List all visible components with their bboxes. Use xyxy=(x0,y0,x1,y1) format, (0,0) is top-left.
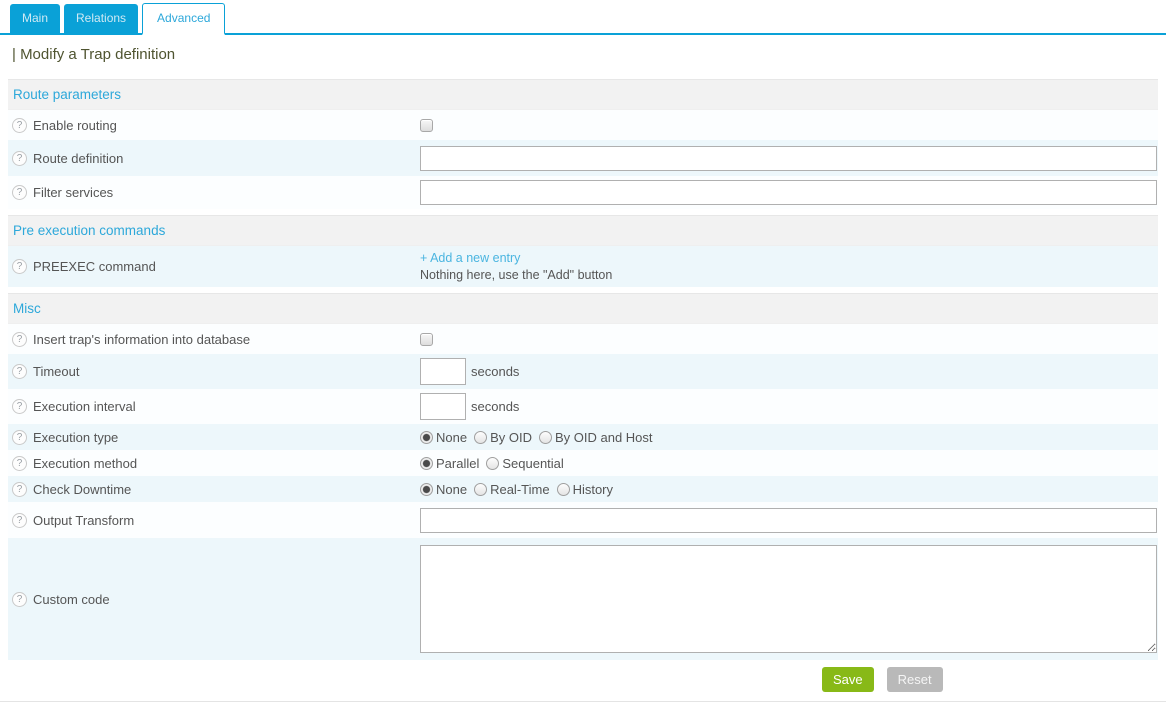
help-icon[interactable]: ? xyxy=(12,592,27,607)
execution-type-radio-group: None By OID By OID and Host xyxy=(420,430,660,445)
insert-trap-info-checkbox[interactable] xyxy=(420,333,433,346)
field-label: Custom code xyxy=(33,592,110,607)
field-label: Check Downtime xyxy=(33,482,131,497)
empty-list-text: Nothing here, use the "Add" button xyxy=(420,267,612,284)
help-icon[interactable]: ? xyxy=(12,185,27,200)
section-header-route-parameters: Route parameters xyxy=(8,79,1158,110)
form-row-execution-method: ? Execution method Parallel Sequential xyxy=(8,450,1158,476)
help-icon[interactable]: ? xyxy=(12,456,27,471)
field-label: Execution type xyxy=(33,430,118,445)
help-icon[interactable]: ? xyxy=(12,118,27,133)
check-downtime-radio-none[interactable] xyxy=(420,483,433,496)
add-new-entry-link[interactable]: + Add a new entry xyxy=(420,250,520,267)
check-downtime-radio-group: None Real-Time History xyxy=(420,482,620,497)
section-header-misc: Misc xyxy=(8,293,1158,324)
field-label: Timeout xyxy=(33,364,79,379)
field-label: PREEXEC command xyxy=(33,259,156,274)
help-icon[interactable]: ? xyxy=(12,259,27,274)
execution-type-radio-none[interactable] xyxy=(420,431,433,444)
tab-main[interactable]: Main xyxy=(10,4,60,33)
field-label: Insert trap's information into database xyxy=(33,332,250,347)
tab-relations[interactable]: Relations xyxy=(64,4,138,33)
check-downtime-radio-history[interactable] xyxy=(557,483,570,496)
timeout-input[interactable] xyxy=(420,358,466,385)
reset-button[interactable]: Reset xyxy=(887,667,943,692)
execution-type-radio-by-oid-and-host[interactable] xyxy=(539,431,552,444)
form-row-execution-interval: ? Execution interval seconds xyxy=(8,389,1158,424)
seconds-suffix: seconds xyxy=(471,399,519,414)
form-row-preexec-command: ? PREEXEC command + Add a new entry Noth… xyxy=(8,246,1158,287)
help-icon[interactable]: ? xyxy=(12,332,27,347)
field-label: Execution interval xyxy=(33,399,136,414)
help-icon[interactable]: ? xyxy=(12,364,27,379)
output-transform-input[interactable] xyxy=(420,508,1157,533)
tab-bar: Main Relations Advanced xyxy=(0,0,1166,35)
help-icon[interactable]: ? xyxy=(12,151,27,166)
enable-routing-checkbox[interactable] xyxy=(420,119,433,132)
execution-method-radio-group: Parallel Sequential xyxy=(420,456,571,471)
tab-advanced[interactable]: Advanced xyxy=(142,3,225,35)
check-downtime-radio-real-time[interactable] xyxy=(474,483,487,496)
field-label: Route definition xyxy=(33,151,123,166)
form-row-insert-trap-info: ? Insert trap's information into databas… xyxy=(8,324,1158,354)
field-label: Filter services xyxy=(33,185,113,200)
seconds-suffix: seconds xyxy=(471,364,519,379)
section-header-pre-execution-commands: Pre execution commands xyxy=(8,215,1158,246)
form-row-custom-code: ? Custom code xyxy=(8,538,1158,660)
form-row-route-definition: ? Route definition xyxy=(8,140,1158,176)
filter-services-input[interactable] xyxy=(420,180,1157,205)
field-label: Execution method xyxy=(33,456,137,471)
execution-interval-input[interactable] xyxy=(420,393,466,420)
custom-code-textarea[interactable] xyxy=(420,545,1157,653)
help-icon[interactable]: ? xyxy=(12,399,27,414)
form-row-output-transform: ? Output Transform xyxy=(8,502,1158,538)
field-label: Enable routing xyxy=(33,118,117,133)
execution-type-radio-by-oid[interactable] xyxy=(474,431,487,444)
help-icon[interactable]: ? xyxy=(12,430,27,445)
execution-method-radio-sequential[interactable] xyxy=(486,457,499,470)
form-row-check-downtime: ? Check Downtime None Real-Time History xyxy=(8,476,1158,502)
save-button[interactable]: Save xyxy=(822,667,874,692)
form-row-execution-type: ? Execution type None By OID By OID and … xyxy=(8,424,1158,450)
form-row-enable-routing: ? Enable routing xyxy=(8,110,1158,140)
page-title: | Modify a Trap definition xyxy=(8,35,1158,73)
field-label: Output Transform xyxy=(33,513,134,528)
help-icon[interactable]: ? xyxy=(12,513,27,528)
trap-definition-form: Route parameters ? Enable routing ? Rout… xyxy=(8,79,1158,660)
form-row-timeout: ? Timeout seconds xyxy=(8,354,1158,389)
execution-method-radio-parallel[interactable] xyxy=(420,457,433,470)
route-definition-input[interactable] xyxy=(420,146,1157,171)
help-icon[interactable]: ? xyxy=(12,482,27,497)
form-actions: Save Reset xyxy=(0,660,1166,702)
form-row-filter-services: ? Filter services xyxy=(8,176,1158,209)
